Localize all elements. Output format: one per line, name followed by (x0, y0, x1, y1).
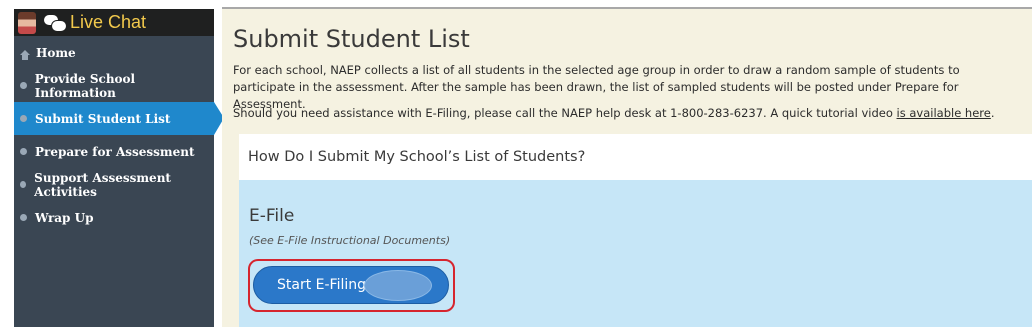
bullet-icon (20, 214, 27, 221)
bullet-icon (20, 82, 27, 89)
efile-heading: E-File (249, 206, 295, 226)
main-content: Submit Student List For each school, NAE… (222, 9, 1032, 327)
help-text-body: Should you need assistance with E-Filing… (233, 106, 897, 120)
help-text: Should you need assistance with E-Filing… (233, 105, 1023, 122)
nav-item-prepare-for-assessment[interactable]: Prepare for Assessment (14, 135, 214, 168)
faq-question[interactable]: How Do I Submit My School’s List of Stud… (239, 134, 1032, 180)
nav-item-label: Support Assessment Activities (34, 170, 171, 199)
bullet-icon (20, 115, 27, 122)
start-e-filing-label: Start E-Filing (277, 277, 367, 293)
bullet-icon (20, 181, 27, 188)
nav-item-support-assessment-activities[interactable]: Support Assessment Activities (14, 168, 214, 201)
efile-panel: E-File (See E-File Instructional Documen… (239, 180, 1032, 327)
live-chat-label: Live Chat (70, 12, 147, 32)
faq-question-label: How Do I Submit My School’s List of Stud… (248, 149, 586, 165)
button-highlight-oval (364, 270, 432, 301)
live-chat-bar[interactable]: Live Chat (14, 9, 214, 36)
chat-bubble-icon (44, 14, 67, 32)
efile-instructions-note: (See E-File Instructional Documents) (249, 234, 451, 247)
nav-item-label: Submit Student List (35, 111, 171, 126)
agent-avatar (18, 11, 36, 34)
nav-item-submit-student-list[interactable]: Submit Student List (14, 102, 224, 135)
help-text-end: . (990, 106, 995, 120)
page-title: Submit Student List (233, 25, 470, 53)
start-e-filing-button[interactable]: Start E-Filing (253, 266, 449, 304)
tutorial-link[interactable]: is available here (897, 106, 991, 120)
nav-item-label: Home (36, 45, 76, 60)
home-icon (20, 50, 30, 60)
nav-item-wrap-up[interactable]: Wrap Up (14, 201, 214, 234)
nav-item-label: Wrap Up (35, 210, 94, 225)
nav-item-label: Prepare for Assessment (35, 144, 195, 159)
nav-item-label: Provide School Information (34, 71, 136, 100)
nav-item-home[interactable]: Home (14, 36, 214, 69)
bullet-icon (20, 148, 27, 155)
sidebar: Live Chat Home Provide School Informatio… (14, 9, 224, 327)
nav-item-provide-school-information[interactable]: Provide School Information (14, 69, 214, 102)
